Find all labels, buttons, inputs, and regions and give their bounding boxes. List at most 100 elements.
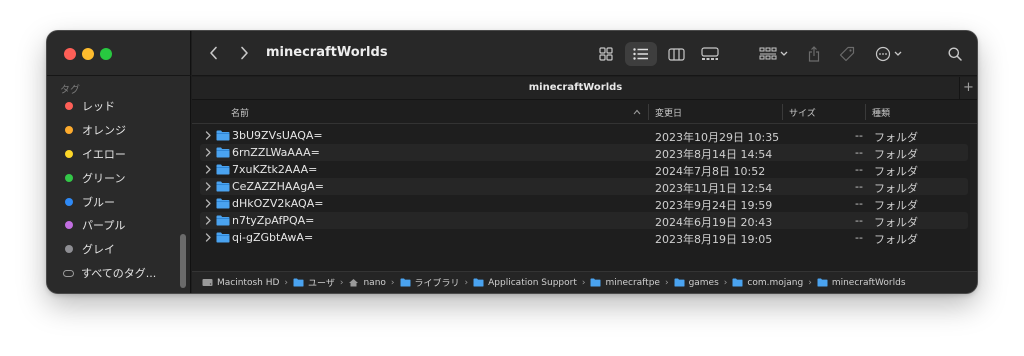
path-crumb[interactable]: ユーザ <box>293 276 335 289</box>
minimize-window-button[interactable] <box>82 48 94 60</box>
path-crumb-label: Macintosh HD <box>217 277 280 288</box>
back-button[interactable] <box>204 43 224 63</box>
path-crumb-label: nano <box>363 277 386 288</box>
file-size: -- <box>855 129 863 142</box>
tag-color-dot <box>65 102 73 110</box>
icon-view-button[interactable] <box>594 43 618 65</box>
file-modified: 2023年9月24日 19:59 <box>655 199 773 212</box>
sidebar-scrollbar[interactable] <box>180 234 186 288</box>
group-by-button[interactable] <box>756 43 792 65</box>
path-crumb[interactable]: com.mojang <box>732 278 803 288</box>
column-header-modified[interactable]: 変更日 <box>655 106 682 119</box>
path-crumb[interactable]: minecraftpe <box>590 278 660 288</box>
close-window-button[interactable] <box>64 48 76 60</box>
table-row[interactable]: 7xuKZtk2AAA= 2024年7月8日 10:52 -- フォルダ <box>200 161 968 178</box>
path-crumb-label: minecraftWorlds <box>831 277 906 288</box>
disclosure-triangle-icon[interactable] <box>203 215 213 226</box>
path-crumb[interactable]: games <box>674 278 719 288</box>
tag-color-dot <box>65 174 73 182</box>
column-header-name[interactable]: 名前 <box>231 106 249 119</box>
sidebar-tag-blue[interactable]: ブルー <box>47 191 183 213</box>
sidebar-tag-label: ブルー <box>82 196 115 209</box>
file-kind: フォルダ <box>874 148 918 161</box>
file-name: 3bU9ZVsUAQA= <box>232 129 323 142</box>
toolbar: minecraftWorlds <box>192 31 977 76</box>
path-crumb-label: games <box>688 277 719 288</box>
column-divider[interactable] <box>865 104 866 120</box>
finder-window: タグ レッド オレンジ イエロー グリーン ブルー パープル グレイ すべてのタ… <box>47 31 977 293</box>
tag-color-dot <box>65 198 73 206</box>
file-name: 7xuKZtk2AAA= <box>232 163 318 176</box>
path-crumb-label: Application Support <box>488 277 577 288</box>
disclosure-triangle-icon[interactable] <box>203 198 213 209</box>
file-modified: 2023年8月19日 19:05 <box>655 233 773 246</box>
forward-button[interactable] <box>234 43 254 63</box>
file-name: 6rnZZLWaAAA= <box>232 146 320 159</box>
hard-drive-icon <box>202 279 213 286</box>
disclosure-triangle-icon[interactable] <box>203 181 213 192</box>
sidebar-tag-red[interactable]: レッド <box>47 95 183 117</box>
folder-icon <box>216 147 230 158</box>
file-modified: 2023年10月29日 10:35 <box>655 131 780 144</box>
column-header-bar: 名前 変更日 サイズ 種類 <box>192 100 977 124</box>
file-size: -- <box>855 146 863 159</box>
table-row[interactable]: n7tyZpAfPQA= 2024年6月19日 20:43 -- フォルダ <box>200 212 968 229</box>
path-crumb[interactable]: ライブラリ <box>400 276 460 289</box>
path-crumb[interactable]: Macintosh HD <box>202 278 279 288</box>
sidebar-tag-green[interactable]: グリーン <box>47 167 183 189</box>
zoom-window-button[interactable] <box>100 48 112 60</box>
column-header-size[interactable]: サイズ <box>789 106 816 119</box>
disclosure-triangle-icon[interactable] <box>203 130 213 141</box>
disclosure-triangle-icon[interactable] <box>203 232 213 243</box>
table-row[interactable]: qi-gZGbtAwA= 2023年8月19日 19:05 -- フォルダ <box>200 229 968 246</box>
sidebar-tag-yellow[interactable]: イエロー <box>47 143 183 165</box>
path-separator: › <box>390 277 395 288</box>
file-kind: フォルダ <box>874 182 918 195</box>
column-view-button[interactable] <box>664 43 688 65</box>
share-button[interactable] <box>804 42 824 66</box>
file-size: -- <box>855 231 863 244</box>
file-kind: フォルダ <box>874 216 918 229</box>
sidebar-tag-purple[interactable]: パープル <box>47 214 183 236</box>
search-button[interactable] <box>944 43 966 65</box>
tab-current[interactable]: minecraftWorlds <box>192 82 959 93</box>
list-view-button[interactable] <box>625 42 657 66</box>
folder-icon <box>590 278 601 287</box>
tag-color-dot <box>65 221 73 229</box>
path-crumb[interactable]: nano <box>348 277 386 288</box>
path-separator: › <box>664 277 669 288</box>
table-row[interactable]: 6rnZZLWaAAA= 2023年8月14日 14:54 -- フォルダ <box>200 144 968 161</box>
tag-icon <box>839 46 855 62</box>
file-name: qi-gZGbtAwA= <box>232 231 314 244</box>
gallery-view-button[interactable] <box>697 43 723 65</box>
tag-color-dot <box>65 245 73 253</box>
sidebar-tag-gray[interactable]: グレイ <box>47 238 183 260</box>
tag-button[interactable] <box>836 42 858 66</box>
column-header-kind[interactable]: 種類 <box>872 106 890 119</box>
folder-icon <box>216 232 230 243</box>
disclosure-triangle-icon[interactable] <box>203 164 213 175</box>
disclosure-triangle-icon[interactable] <box>203 147 213 158</box>
column-divider[interactable] <box>782 104 783 120</box>
path-crumb[interactable]: Application Support <box>473 278 577 288</box>
more-actions-button[interactable] <box>872 42 908 66</box>
file-list: 3bU9ZVsUAQA= 2023年10月29日 10:35 -- フォルダ 6rnZZ… <box>192 125 977 274</box>
new-tab-button[interactable]: + <box>959 77 977 100</box>
column-divider[interactable] <box>648 104 649 120</box>
sidebar-tag-label: オレンジ <box>82 124 126 137</box>
sidebar-divider <box>47 75 191 76</box>
sidebar-all-tags[interactable]: すべてのタグ... <box>47 262 183 284</box>
path-crumb-label: ライブラリ <box>414 279 460 289</box>
path-separator: › <box>339 277 344 288</box>
path-separator: › <box>808 277 812 288</box>
sidebar-tag-label: レッド <box>82 100 115 113</box>
file-size: -- <box>855 214 863 227</box>
file-kind: フォルダ <box>874 131 918 144</box>
icon-view-icon <box>599 47 613 61</box>
table-row[interactable]: CeZAZZHAAgA= 2023年11月1日 12:54 -- フォルダ <box>200 178 968 195</box>
table-row[interactable]: dHkOZV2kAQA= 2023年9月24日 19:59 -- フォルダ <box>200 195 968 212</box>
sidebar-tag-orange[interactable]: オレンジ <box>47 119 183 141</box>
table-row[interactable]: 3bU9ZVsUAQA= 2023年10月29日 10:35 -- フォルダ <box>200 127 968 144</box>
path-crumb[interactable]: minecraftWorlds <box>817 278 906 288</box>
sidebar-tag-label: イエロー <box>82 148 126 161</box>
